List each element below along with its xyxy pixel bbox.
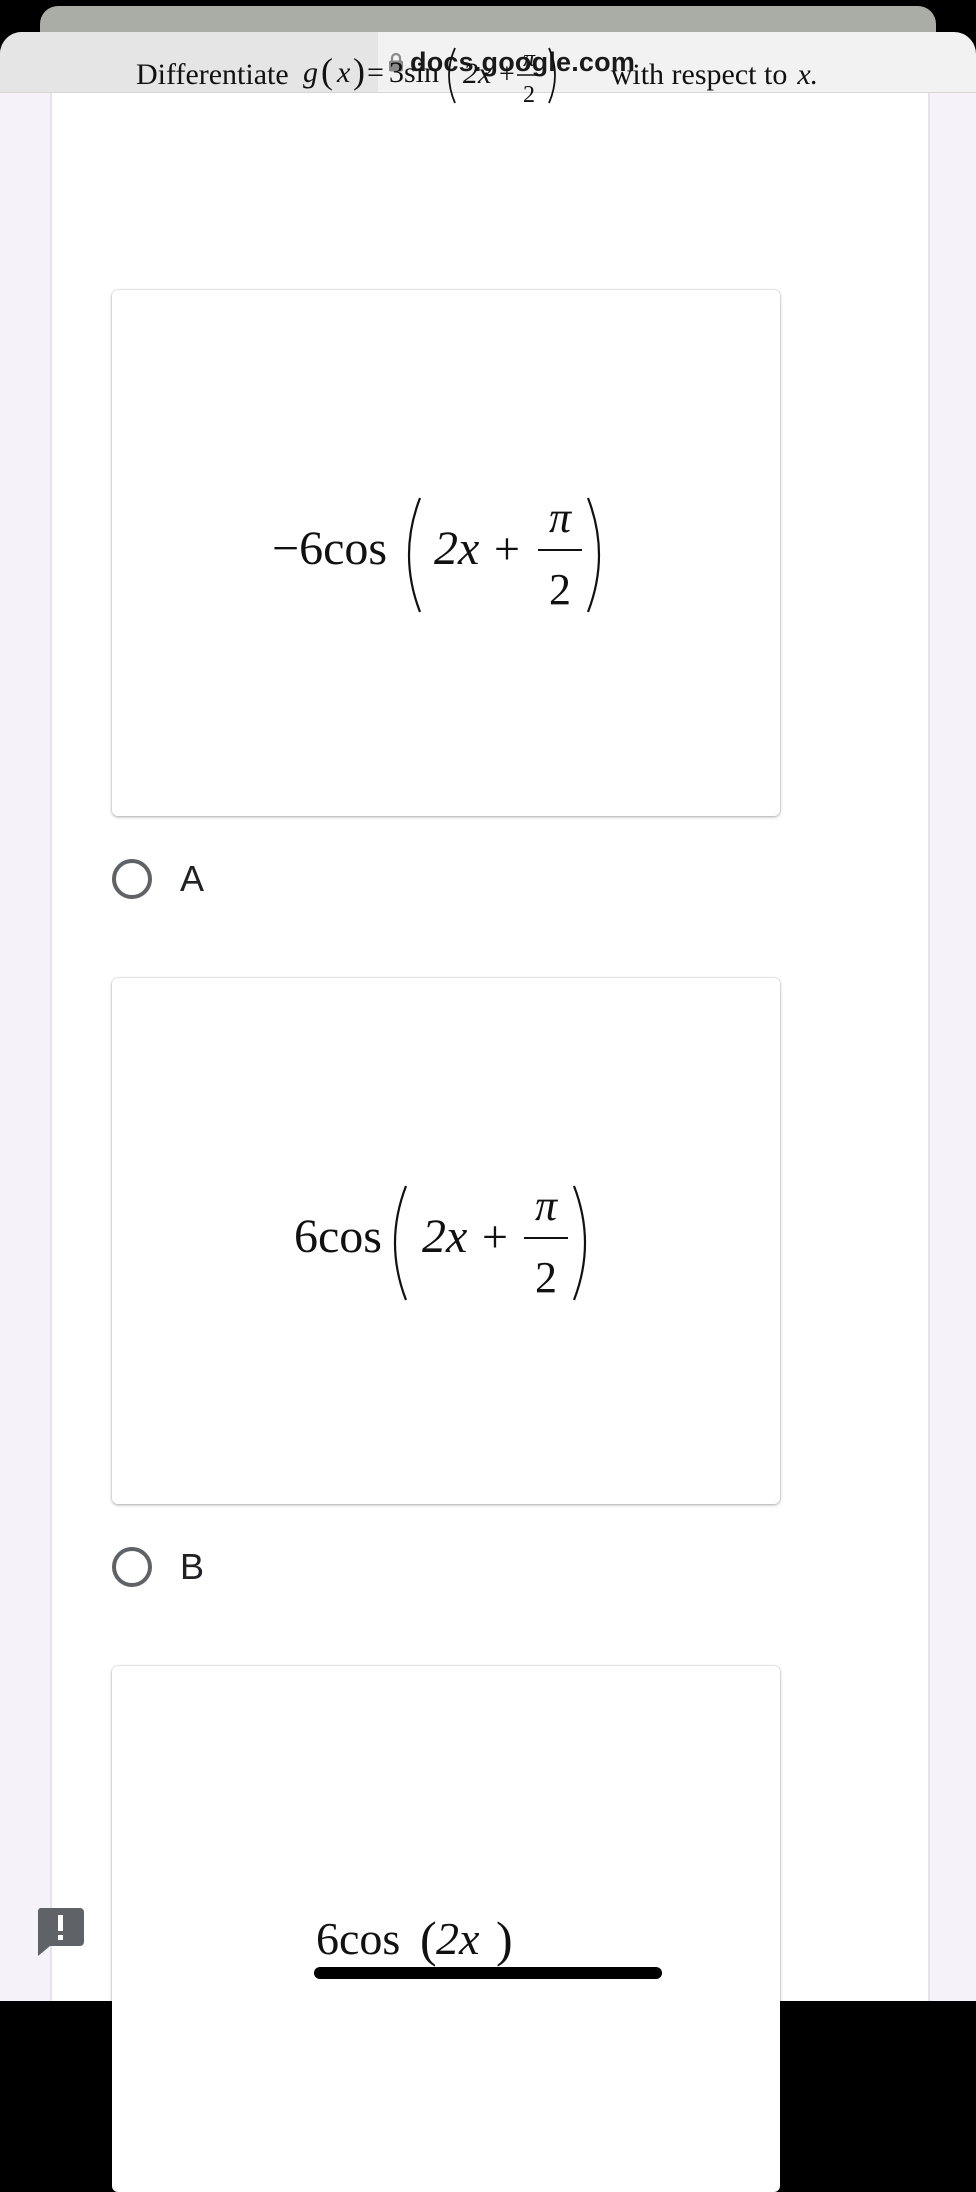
question-text: Differentiate g ( x ) = 3sin 2x + π 2 wi… — [136, 40, 818, 110]
formula-inner: 2x — [463, 57, 492, 90]
question-suffix: with respect to — [610, 58, 788, 91]
formula-var: x — [336, 56, 351, 89]
option-a-numerator: π — [549, 493, 573, 542]
formula-equals: = — [367, 56, 384, 89]
option-c-paren-open: ( — [420, 1911, 437, 1967]
formula-coef: 3sin — [389, 56, 439, 89]
home-indicator — [314, 1967, 662, 1979]
formula-paren-open: ( — [321, 51, 333, 91]
formula-func: g — [303, 56, 318, 89]
option-b-denominator: 2 — [535, 1253, 557, 1302]
option-b-plus: + — [482, 1211, 508, 1262]
choice-a-label: A — [180, 858, 205, 899]
option-a-coef: −6cos — [272, 522, 387, 575]
option-b-inner: 2x — [422, 1210, 467, 1263]
question-variable: x. — [797, 58, 819, 91]
option-c-coef: 6cos — [316, 1913, 400, 1964]
radio-circle-icon[interactable] — [112, 1547, 152, 1587]
option-a-plus: + — [494, 523, 520, 574]
radio-circle-icon[interactable] — [112, 859, 152, 899]
question-formula: g ( x ) = 3sin 2x + π 2 — [303, 46, 556, 108]
formula-numerator: π — [523, 46, 536, 72]
choice-b-label: B — [180, 1546, 205, 1587]
option-c-image-card: 6cos ( 2x ) — [112, 1666, 780, 2192]
formula-paren-close: ) — [353, 51, 365, 91]
option-a-image-card: −6cos 2x + π 2 — [112, 290, 780, 816]
option-b-image-card: 6cos 2x + π 2 — [112, 978, 780, 1504]
option-b-coef: 6cos — [294, 1210, 382, 1263]
option-a-denominator: 2 — [549, 565, 571, 614]
option-b-numerator: π — [535, 1181, 559, 1230]
formula-plus: + — [499, 59, 515, 90]
option-a-formula: −6cos 2x + π 2 — [272, 493, 601, 614]
question-prefix: Differentiate — [136, 58, 289, 91]
option-a-inner: 2x — [434, 522, 479, 575]
choice-a[interactable]: A — [112, 854, 204, 904]
option-b-formula: 6cos 2x + π 2 — [294, 1181, 587, 1302]
formula-denominator: 2 — [523, 82, 535, 108]
option-c-inner: 2x — [436, 1913, 480, 1964]
option-c-paren-close: ) — [496, 1911, 513, 1967]
exclamation-feedback-icon[interactable] — [34, 1906, 86, 1958]
choice-b[interactable]: B — [112, 1542, 204, 1592]
